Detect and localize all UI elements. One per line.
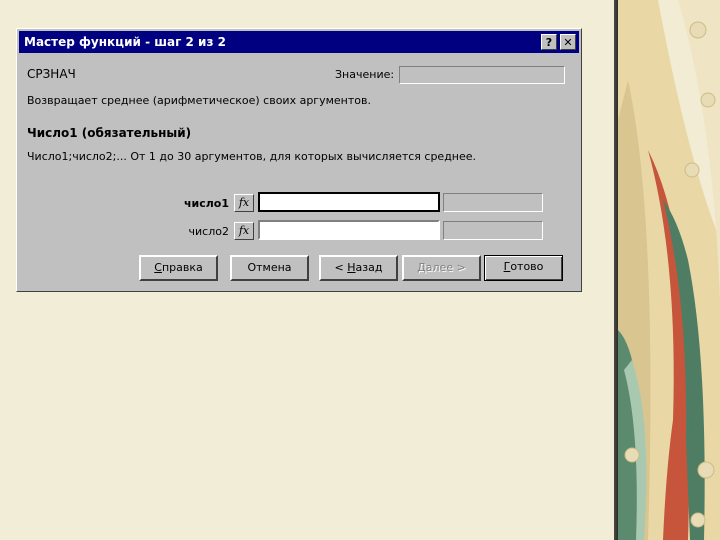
back-button-label: азад (355, 261, 383, 274)
arg1-label: число1 (183, 197, 229, 210)
decorative-panel (618, 0, 720, 540)
value-display (399, 66, 565, 84)
function-wizard-dialog: Мастер функций - шаг 2 из 2 ? ✕ СРЗНАЧ З… (16, 28, 582, 292)
help-button-label: правка (161, 261, 203, 274)
argument-title: Число1 (обязательный) (27, 126, 192, 140)
next-button-mnemonic: Д (417, 261, 426, 274)
arg1-input[interactable] (258, 192, 440, 212)
back-button-prefix: < (334, 261, 348, 274)
next-button[interactable]: Далее > (402, 255, 481, 281)
dialog-title: Мастер функций - шаг 2 из 2 (24, 35, 226, 49)
back-button-mnemonic: Н (347, 261, 356, 274)
close-button[interactable]: ✕ (560, 34, 576, 50)
finish-button-label: отово (510, 260, 544, 273)
help-button[interactable]: Справка (139, 255, 218, 281)
dialog-titlebar[interactable]: Мастер функций - шаг 2 из 2 ? ✕ (19, 31, 579, 53)
next-button-label: алее > (425, 261, 466, 274)
back-button[interactable]: < Назад (319, 255, 398, 281)
cancel-button[interactable]: Отмена (230, 255, 309, 281)
arg2-label: число2 (188, 225, 229, 238)
arg2-result (443, 221, 543, 240)
value-label: Значение: (335, 68, 395, 81)
finish-button[interactable]: Готово (484, 255, 563, 281)
arg2-input[interactable] (258, 220, 440, 240)
arg1-result (443, 193, 543, 212)
help-button-mnemonic: С (154, 261, 162, 274)
help-title-button[interactable]: ? (541, 34, 557, 50)
fx-icon[interactable]: fx (234, 194, 254, 212)
function-description: Возвращает среднее (арифметическое) свои… (27, 94, 371, 107)
function-name: СРЗНАЧ (27, 67, 76, 81)
argument-description: Число1;число2;... От 1 до 30 аргументов,… (27, 150, 477, 163)
fx-icon[interactable]: fx (234, 222, 254, 240)
